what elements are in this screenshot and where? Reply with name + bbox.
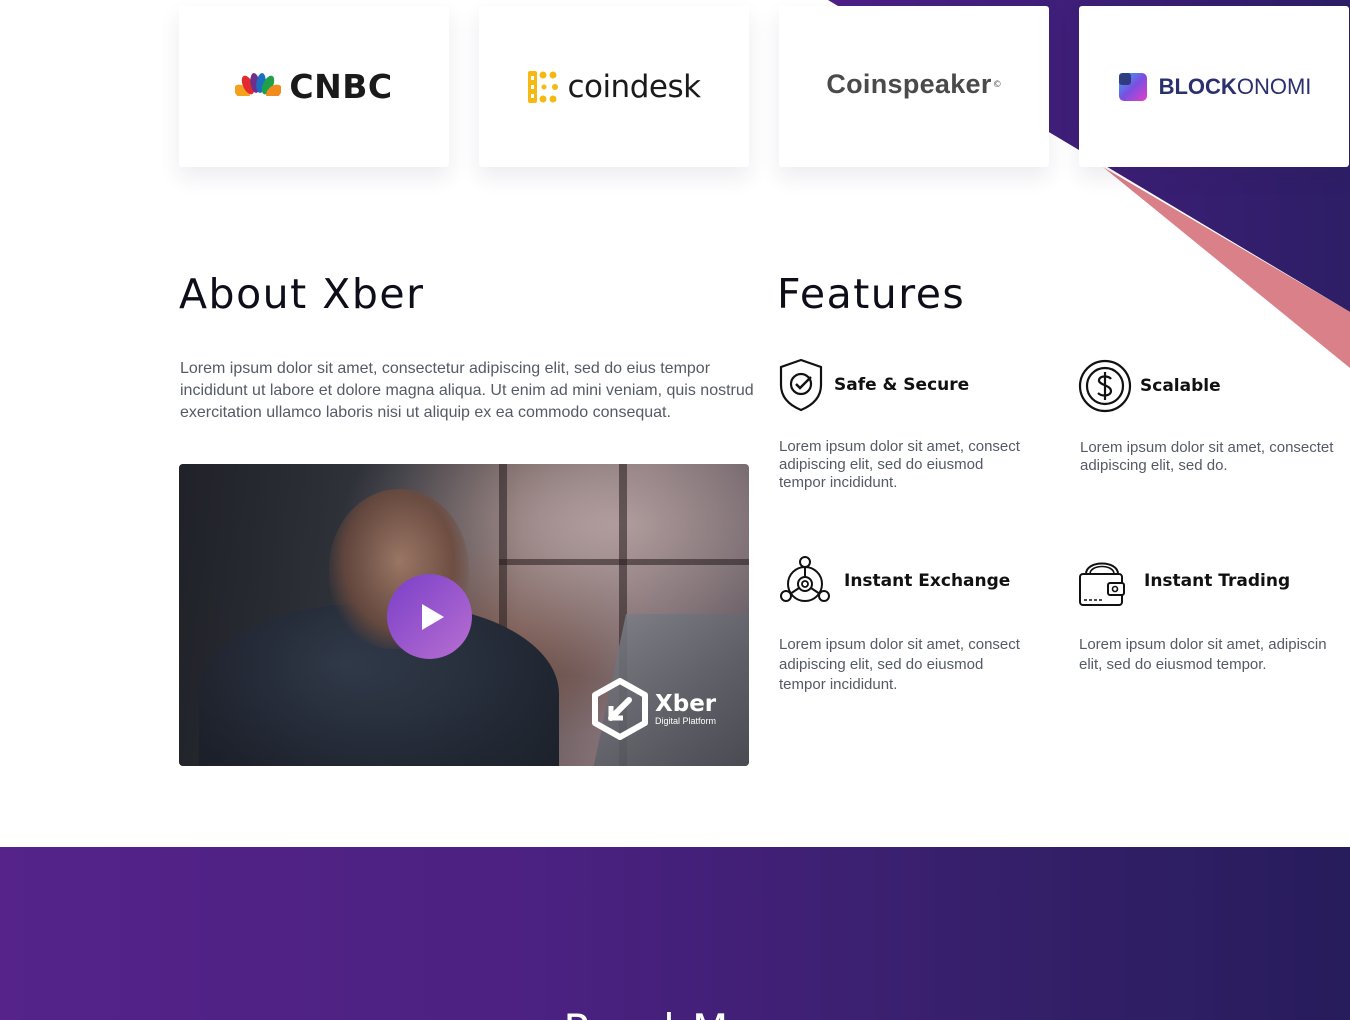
feature-desc-line: Lorem ipsum dolor sit amet, consect <box>779 636 1020 653</box>
about-video[interactable]: Xber Digital Platform <box>179 464 749 766</box>
wallet-icon <box>1079 562 1125 606</box>
feature-description: Lorem ipsum dolor sit amet, adipiscin el… <box>1079 635 1327 675</box>
feature-desc-line: adipiscing elit, sed do eiusmod <box>779 656 984 673</box>
features-title: Features <box>777 270 966 318</box>
coindesk-mark-icon <box>528 70 559 103</box>
feature-safe-secure: Safe & Secure <box>778 358 969 412</box>
feature-desc-line: Lorem ipsum dolor sit amet, consectet <box>1080 439 1334 456</box>
feature-instant-exchange: Instant Exchange <box>778 554 1010 608</box>
xber-brand-sub: Digital Platform <box>655 716 717 726</box>
feature-title: Instant Exchange <box>844 571 1011 591</box>
blockonomi-cube-icon <box>1118 72 1147 101</box>
press-logo-coindesk[interactable]: coindesk <box>479 6 749 167</box>
xber-watermark: Xber Digital Platform <box>591 678 716 740</box>
feature-instant-trading: Instant Trading <box>1078 554 1290 608</box>
video-play-button[interactable] <box>387 574 472 659</box>
registered-mark: © <box>992 79 1002 90</box>
press-logo-coinspeaker[interactable]: Coinspeaker © <box>779 6 1049 167</box>
feature-description: Lorem ipsum dolor sit amet, consectet ad… <box>1080 439 1333 475</box>
feature-desc-line: adipiscing elit, sed do. <box>1080 457 1228 474</box>
coinspeaker-wordmark: Coinspeaker <box>826 69 992 99</box>
cnbc-wordmark: CNBC <box>289 67 393 106</box>
feature-title: Safe & Secure <box>834 375 970 395</box>
coindesk-wordmark: coindesk <box>567 68 701 105</box>
feature-description: Lorem ipsum dolor sit amet, consect adip… <box>779 438 1020 492</box>
feature-desc-line: adipiscing elit, sed do eiusmod <box>779 456 984 473</box>
xber-brand-name: Xber <box>655 691 717 717</box>
play-icon <box>421 603 444 630</box>
feature-desc-line: tempor incididunt. <box>779 474 898 491</box>
feature-desc-line: Lorem ipsum dolor sit amet, adipiscin <box>1079 636 1327 653</box>
feature-title: Scalable <box>1140 376 1221 396</box>
nbc-peacock-icon <box>235 72 282 102</box>
press-logo-blockonomi[interactable]: BLOCKONOMI <box>1079 6 1349 167</box>
blockonomi-wordmark-bold: BLOCK <box>1158 73 1237 99</box>
roadmap-title: Road Map <box>0 1005 1350 1020</box>
feature-description: Lorem ipsum dolor sit amet, consect adip… <box>779 635 1020 695</box>
xber-logo-icon <box>592 678 648 740</box>
feature-desc-line: Lorem ipsum dolor sit amet, consect <box>779 438 1020 455</box>
press-logo-cnbc[interactable]: CNBC <box>179 6 449 167</box>
roadmap-section: Road Map <box>0 847 1350 1020</box>
feature-desc-line: tempor incididunt. <box>779 676 898 693</box>
feature-title: Instant Trading <box>1144 571 1291 591</box>
about-paragraph: Lorem ipsum dolor sit amet, consectetur … <box>180 360 754 421</box>
dollar-coin-icon <box>1078 359 1132 413</box>
feature-desc-line: elit, sed do eiusmod tempor. <box>1079 656 1267 673</box>
feature-scalable: Scalable <box>1078 359 1221 413</box>
about-title: About Xber <box>179 270 425 318</box>
blockonomi-wordmark-light: ONOMI <box>1236 73 1312 99</box>
shield-check-icon <box>779 358 823 412</box>
network-exchange-icon <box>780 556 830 602</box>
